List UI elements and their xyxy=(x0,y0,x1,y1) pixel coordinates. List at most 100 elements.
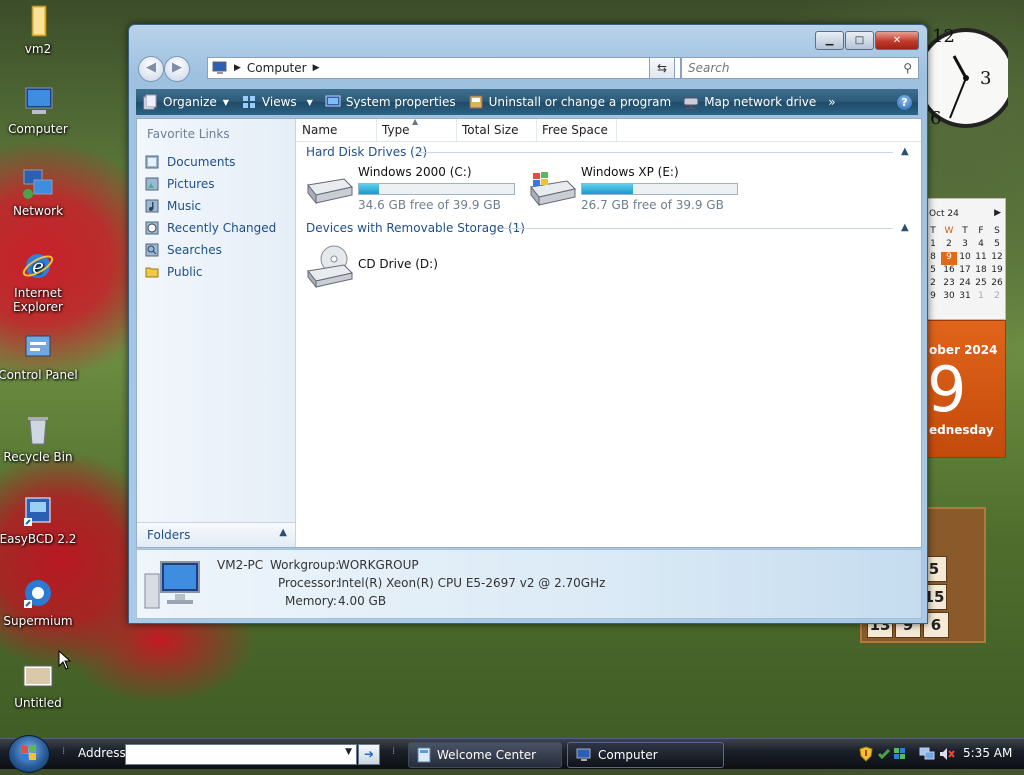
drive-item-e[interactable]: Windows XP (E:) 26.7 GB free of 39.9 GB xyxy=(527,165,738,212)
search-icon[interactable]: ⚲ xyxy=(903,61,912,75)
breadcrumb-computer[interactable]: Computer xyxy=(247,61,307,75)
taskbar-button-welcome-center[interactable]: Welcome Center xyxy=(408,742,562,768)
quicklaunch-grip-icon[interactable]: ⁞ xyxy=(62,746,65,757)
desktop-icon-internet-explorer[interactable]: e Internet Explorer xyxy=(0,248,78,314)
taskbar-address-input[interactable]: ▼ xyxy=(125,744,357,765)
mouse-pointer-icon xyxy=(58,650,72,670)
desktop-icon-computer[interactable]: Computer xyxy=(0,84,78,136)
favorite-link-searches[interactable]: Searches xyxy=(145,239,276,261)
taskbar-go-button[interactable]: ➜ xyxy=(358,744,380,765)
breadcrumb-chevron-icon[interactable]: ▶ xyxy=(234,63,241,73)
uninstall-program-button[interactable]: Uninstall or change a program xyxy=(462,89,678,115)
folders-label: Folders xyxy=(147,528,191,542)
column-header-label: Name xyxy=(302,123,338,137)
calendar-day-cell[interactable]: 2 xyxy=(989,291,1005,304)
taskbar-grip-icon[interactable]: ⁞ xyxy=(392,746,395,757)
calendar-day-cell[interactable]: 23 xyxy=(941,278,957,291)
calendar-day-cell[interactable]: 10 xyxy=(957,252,973,265)
computer-small-icon xyxy=(576,748,591,761)
windows-update-icon[interactable] xyxy=(893,747,907,761)
taskbar-button-label: Computer xyxy=(598,748,658,762)
clock-gadget[interactable]: 12 3 6 xyxy=(916,18,1016,138)
documents-icon xyxy=(145,155,159,169)
calendar-day-cell[interactable]: 30 xyxy=(941,291,957,304)
desktop-icon-recycle-bin[interactable]: Recycle Bin xyxy=(0,412,78,464)
desktop-icon-label: Network xyxy=(12,204,64,218)
views-button[interactable]: Views ▼ xyxy=(235,89,319,115)
favorite-link-recently-changed[interactable]: Recently Changed xyxy=(145,217,276,239)
collapse-group-icon[interactable]: ▲ xyxy=(901,146,909,157)
calendar-day-cell[interactable]: 26 xyxy=(989,278,1005,291)
calendar-day-view: ober 2024 9 ednesday xyxy=(924,320,1006,458)
favorite-link-public[interactable]: Public xyxy=(145,261,276,283)
calendar-day-cell[interactable]: 17 xyxy=(957,265,973,278)
help-button[interactable]: ? xyxy=(891,89,918,115)
system-properties-button[interactable]: System properties xyxy=(319,89,462,115)
favorite-link-music[interactable]: Music xyxy=(145,195,276,217)
calendar-day-cell[interactable]: 4 xyxy=(973,239,989,252)
clock-numeral-6: 6 xyxy=(930,108,942,129)
hard-drive-icon xyxy=(307,178,353,205)
search-input[interactable] xyxy=(686,60,890,76)
search-box[interactable]: ⚲ xyxy=(681,57,919,79)
volume-muted-icon[interactable] xyxy=(939,747,955,761)
forward-button[interactable]: ▶ xyxy=(164,56,190,82)
chevron-down-icon: ▼ xyxy=(306,97,313,107)
calendar-day-cell[interactable]: 3 xyxy=(957,239,973,252)
clock-time[interactable]: 5:35 AM xyxy=(963,746,1012,760)
maximize-button[interactable]: □ xyxy=(845,31,874,50)
close-button[interactable]: ✕ xyxy=(875,31,919,50)
security-shield-icon[interactable] xyxy=(859,746,873,762)
address-bar[interactable]: ▶ Computer ▶ ▼ xyxy=(207,57,681,79)
calendar-day-cell[interactable]: 11 xyxy=(973,252,989,265)
calendar-gadget[interactable]: Oct 24 ▶ T W T F S 1 2 3 4 5 8 9 10 11 12 5 16 17 18 1… xyxy=(924,198,1006,460)
favorite-link-pictures[interactable]: Pictures xyxy=(145,173,276,195)
network-tray-icon[interactable] xyxy=(919,747,935,761)
calendar-day-cell[interactable]: 2 xyxy=(941,239,957,252)
calendar-day-cell[interactable]: 19 xyxy=(989,265,1005,278)
desktop-icon-supermium[interactable]: Supermium xyxy=(0,576,78,628)
collapse-group-icon[interactable]: ▲ xyxy=(901,222,909,233)
group-header-removable-storage[interactable]: Devices with Removable Storage (1) xyxy=(306,221,525,235)
chevron-down-icon[interactable]: ▼ xyxy=(345,747,352,757)
calendar-next-icon[interactable]: ▶ xyxy=(994,208,1001,218)
drive-item-c[interactable]: Windows 2000 (C:) 34.6 GB free of 39.9 G… xyxy=(304,165,515,212)
calendar-day-cell[interactable]: 16 xyxy=(941,265,957,278)
favorite-link-label: Pictures xyxy=(167,177,215,191)
map-network-drive-button[interactable]: Map network drive xyxy=(677,89,822,115)
calendar-day-cell[interactable]: 1 xyxy=(973,291,989,304)
caption-buttons: ▁ □ ✕ xyxy=(814,31,919,50)
calendar-day-cell[interactable]: 25 xyxy=(973,278,989,291)
drive-name: CD Drive (D:) xyxy=(358,257,438,271)
desktop-icon-network[interactable]: Network xyxy=(0,166,78,218)
minimize-button[interactable]: ▁ xyxy=(815,31,844,50)
column-header-total-size[interactable]: Total Size xyxy=(456,119,537,141)
folders-toggle[interactable]: Folders ▲ xyxy=(137,522,295,547)
desktop-icon-control-panel[interactable]: Control Panel xyxy=(0,330,78,382)
calendar-day-cell[interactable]: 31 xyxy=(957,291,973,304)
desktop-icon-label: Control Panel xyxy=(0,368,78,382)
favorite-link-documents[interactable]: Documents xyxy=(145,151,276,173)
refresh-button[interactable]: ⇆ xyxy=(649,57,675,79)
calendar-day-cell[interactable]: 24 xyxy=(957,278,973,291)
start-button[interactable] xyxy=(8,735,50,773)
desktop-icon-vm2[interactable]: vm2 xyxy=(0,4,78,56)
security-center-icon[interactable] xyxy=(877,747,891,761)
taskbar-button-computer[interactable]: Computer xyxy=(567,742,724,768)
column-header-type[interactable]: Type ▲ xyxy=(376,117,457,141)
calendar-day-cell[interactable]: 12 xyxy=(989,252,1005,265)
organize-button[interactable]: Organize ▼ xyxy=(136,89,235,115)
column-header-free-space[interactable]: Free Space xyxy=(536,119,617,141)
back-button[interactable]: ◀ xyxy=(138,56,164,82)
breadcrumb-chevron-icon[interactable]: ▶ xyxy=(313,63,320,73)
drive-item-d[interactable]: CD Drive (D:) xyxy=(304,243,438,289)
calendar-day-cell[interactable]: 18 xyxy=(973,265,989,278)
calendar-day-cell[interactable]: 9 xyxy=(941,252,957,265)
desktop-icon-easybcd[interactable]: EasyBCD 2.2 xyxy=(0,494,78,546)
group-header-hard-disk-drives[interactable]: Hard Disk Drives (2) xyxy=(306,145,427,159)
calendar-grid: 1 2 3 4 5 8 9 10 11 12 5 16 17 18 19 2 23 24 25 26 9 30 31 1 2 xyxy=(925,239,1007,304)
column-header-name[interactable]: Name xyxy=(296,119,377,141)
more-commands-button[interactable]: » xyxy=(822,89,841,115)
calendar-day-cell[interactable]: 5 xyxy=(989,239,1005,252)
favorite-link-label: Public xyxy=(167,265,203,279)
